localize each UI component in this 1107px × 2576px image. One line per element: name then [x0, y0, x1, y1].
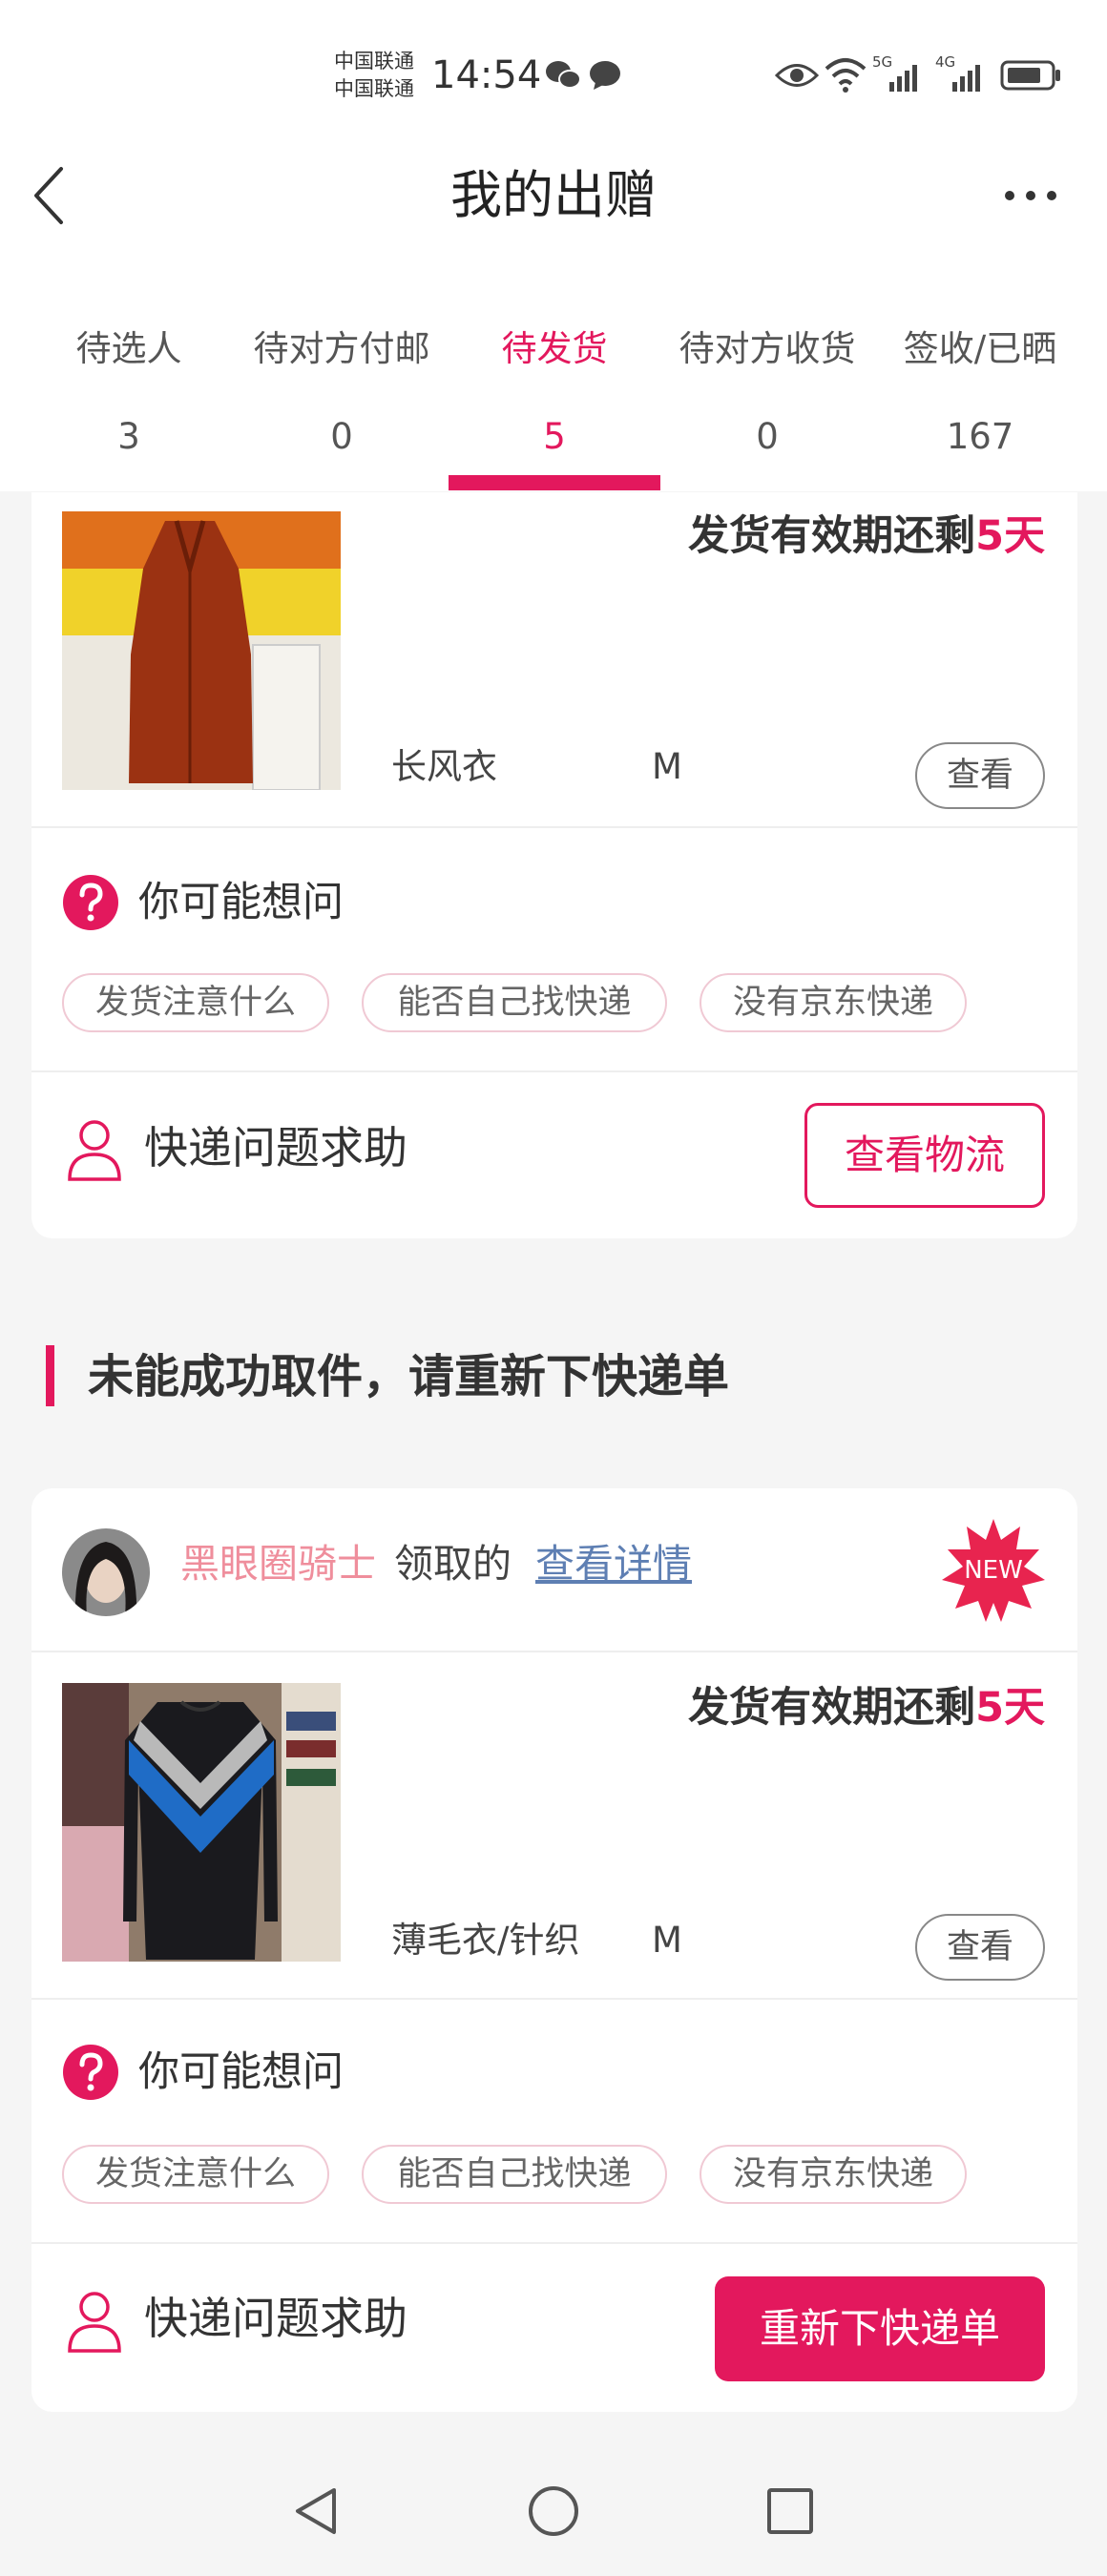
avatar[interactable]: [62, 1528, 150, 1616]
faq-chip-shipping-notes[interactable]: 发货注意什么: [62, 973, 329, 1032]
message-icon: [590, 61, 620, 90]
divider: [31, 1070, 1077, 1072]
tab-label: 待选人: [75, 328, 182, 369]
carrier-2: 中国联通: [334, 77, 414, 100]
claim-suffix: 领取的: [394, 1541, 512, 1587]
faq-label: 你可能想问: [138, 879, 344, 926]
carrier-label: 中国联通 中国联通: [334, 48, 414, 103]
gift-card-1: 发货有效期还剩5天 长风衣 M 查看 你可能想问 发货注意什么 能否自己找快递 …: [31, 492, 1077, 1238]
view-details-link[interactable]: 查看详情: [535, 1536, 692, 1591]
eye-icon: [775, 64, 819, 87]
tab-count: 3: [117, 416, 140, 457]
person-icon: [68, 2292, 121, 2353]
signal-icon-2: [952, 65, 980, 92]
divider: [31, 2242, 1077, 2244]
view-logistics-button[interactable]: 查看物流: [804, 1103, 1045, 1208]
carrier-1: 中国联通: [334, 50, 414, 73]
item-name: 长风衣: [391, 746, 497, 787]
more-icon[interactable]: [992, 177, 1069, 215]
tab-label: 签收/已晒: [903, 328, 1057, 369]
item-photo-sweater[interactable]: [62, 1683, 341, 1962]
tab-pending-shipment[interactable]: 待发货 5: [444, 296, 665, 491]
tab-label: 待发货: [501, 328, 608, 369]
help-question-icon: [63, 875, 118, 930]
wifi-icon: [825, 58, 867, 93]
faq-heading: 你可能想问: [62, 2044, 635, 2101]
nav-recents-icon[interactable]: [762, 2483, 819, 2540]
divider: [31, 1998, 1077, 2000]
claimer-name[interactable]: 黑眼圈骑士: [180, 1536, 376, 1591]
faq-label: 你可能想问: [138, 2048, 344, 2096]
page-title: 我的出赠: [450, 165, 657, 225]
nav-back-icon[interactable]: [288, 2483, 345, 2540]
status-tabs: 待选人 3 待对方付邮 0 待发货 5 待对方收货 0 签收/已晒 167: [0, 296, 1107, 491]
help-question-icon: [63, 2045, 118, 2100]
tab-pending-receipt[interactable]: 待对方收货 0: [657, 296, 878, 491]
tab-count: 0: [330, 416, 353, 457]
reorder-courier-button[interactable]: 重新下快递单: [715, 2276, 1045, 2381]
faq-heading: 你可能想问: [62, 874, 635, 931]
tab-pending-selection[interactable]: 待选人 3: [18, 296, 240, 491]
faq-chip-own-courier[interactable]: 能否自己找快递: [362, 973, 667, 1032]
status-time: 14:54: [431, 53, 542, 97]
courier-help-label[interactable]: 快递问题求助: [144, 1117, 407, 1178]
divider: [31, 1651, 1077, 1652]
view-item-button[interactable]: 查看: [915, 1914, 1045, 1981]
tab-count: 5: [543, 416, 566, 457]
validity-days: 5天: [975, 512, 1045, 560]
section-title: 未能成功取件，请重新下快递单: [88, 1350, 730, 1403]
gift-card-2: 黑眼圈骑士 领取的 查看详情 NEW 发货有效期还剩5天 薄毛衣/针织 M 查看…: [31, 1488, 1077, 2412]
faq-chip-no-jd-express[interactable]: 没有京东快递: [700, 973, 967, 1032]
tab-label: 待对方付邮: [253, 328, 430, 369]
new-badge-icon: NEW: [940, 1517, 1047, 1624]
shipping-validity: 发货有效期还剩5天: [688, 1679, 1045, 1736]
faq-chip-shipping-notes[interactable]: 发货注意什么: [62, 2145, 329, 2204]
faq-chip-no-jd-express[interactable]: 没有京东快递: [700, 2145, 967, 2204]
tab-count: 0: [756, 416, 779, 457]
item-photo-trench-coat[interactable]: [62, 511, 341, 790]
courier-help-label[interactable]: 快递问题求助: [144, 2288, 407, 2349]
item-name: 薄毛衣/针织: [391, 1920, 580, 1961]
new-badge-label: NEW: [964, 1556, 1023, 1585]
person-icon: [68, 1120, 121, 1181]
validity-prefix: 发货有效期还剩: [688, 512, 976, 560]
validity-days: 5天: [975, 1684, 1045, 1732]
divider: [31, 826, 1077, 828]
faq-chip-own-courier[interactable]: 能否自己找快递: [362, 2145, 667, 2204]
signal-icon-1: [889, 65, 917, 92]
battery-icon: [1000, 60, 1060, 91]
section-accent-bar: [46, 1345, 54, 1406]
system-nav-bar: [0, 2450, 1107, 2576]
validity-prefix: 发货有效期还剩: [688, 1684, 976, 1732]
item-size: M: [652, 1920, 682, 1961]
tab-pending-postage[interactable]: 待对方付邮 0: [231, 296, 452, 491]
tab-count: 167: [946, 416, 1014, 457]
nav-home-icon[interactable]: [525, 2483, 582, 2540]
tab-label: 待对方收货: [679, 328, 856, 369]
tab-received-shared[interactable]: 签收/已晒 167: [869, 296, 1091, 491]
shipping-validity: 发货有效期还剩5天: [688, 508, 1045, 565]
wechat-icon: [546, 61, 581, 89]
active-tab-indicator: [449, 475, 660, 490]
item-size: M: [652, 746, 682, 787]
view-item-button[interactable]: 查看: [915, 742, 1045, 809]
